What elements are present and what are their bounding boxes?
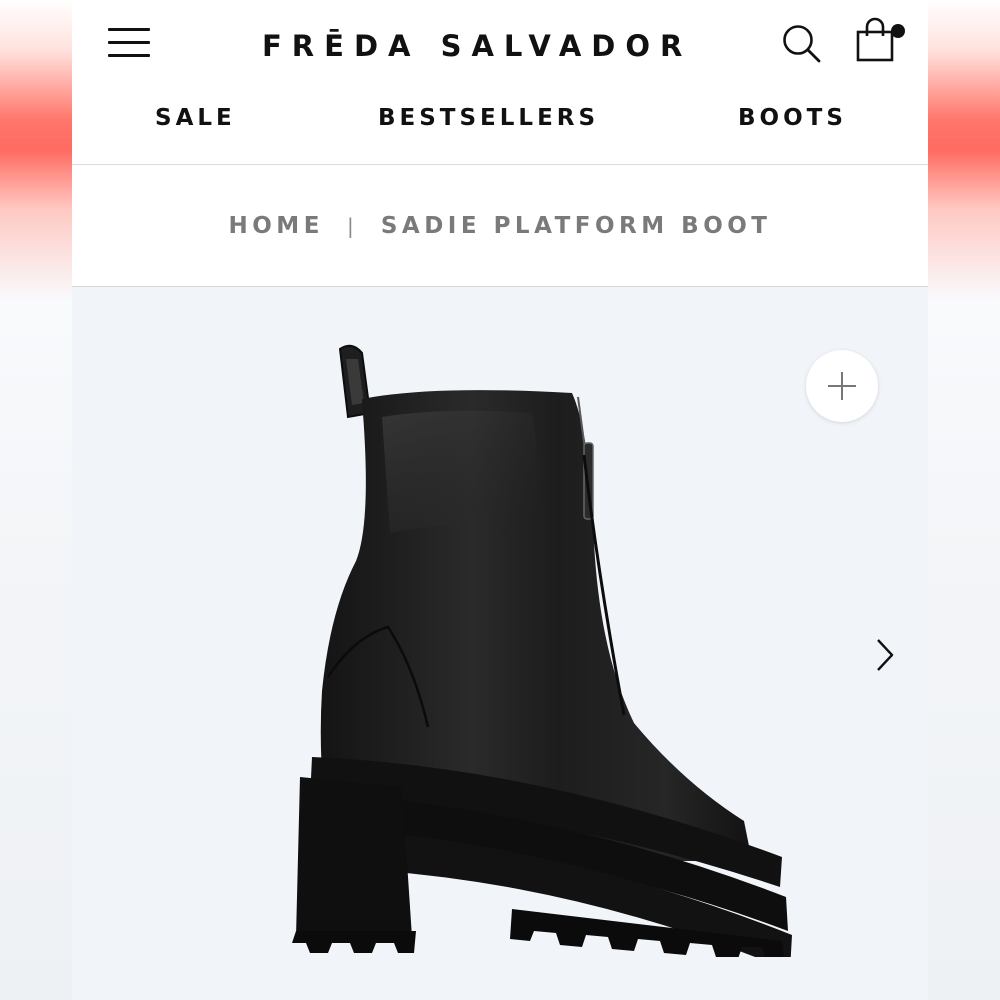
nav-item-bestsellers[interactable]: BESTSELLERS: [378, 96, 599, 140]
top-nav: SALE BESTSELLERS BOOTS: [72, 96, 928, 140]
site-header: FRĒDA SALVADOR SALE BESTSELLERS BOOTS: [72, 0, 928, 165]
zoom-button[interactable]: [806, 350, 878, 422]
cart-badge-dot: [891, 24, 905, 38]
breadcrumb: HOME | SADIE PLATFORM BOOT: [72, 165, 928, 287]
right-blurred-edge: [928, 0, 1000, 1000]
menu-line: [108, 54, 150, 57]
mobile-page: FRĒDA SALVADOR SALE BESTSELLERS BOOTS HO…: [72, 0, 928, 1000]
breadcrumb-row: HOME | SADIE PLATFORM BOOT: [72, 205, 928, 245]
next-image-button[interactable]: [868, 632, 904, 678]
left-blurred-edge: [0, 0, 72, 1000]
breadcrumb-separator: |: [347, 213, 354, 238]
product-image-gallery[interactable]: [72, 287, 928, 1000]
nav-item-boots[interactable]: BOOTS: [738, 96, 847, 140]
menu-line: [108, 28, 150, 31]
product-image-boot: [292, 344, 792, 957]
chevron-right-icon: [877, 639, 894, 671]
hamburger-menu-icon[interactable]: [106, 24, 152, 62]
brand-logo[interactable]: FRĒDA SALVADOR: [262, 26, 742, 66]
nav-item-sale[interactable]: SALE: [155, 96, 236, 140]
breadcrumb-current-page: SADIE PLATFORM BOOT: [380, 212, 772, 239]
search-icon-graphic: [783, 25, 821, 63]
plus-icon: [828, 372, 856, 400]
search-icon[interactable]: [780, 22, 824, 66]
menu-line: [108, 41, 150, 44]
breadcrumb-home-link[interactable]: HOME: [229, 206, 324, 246]
